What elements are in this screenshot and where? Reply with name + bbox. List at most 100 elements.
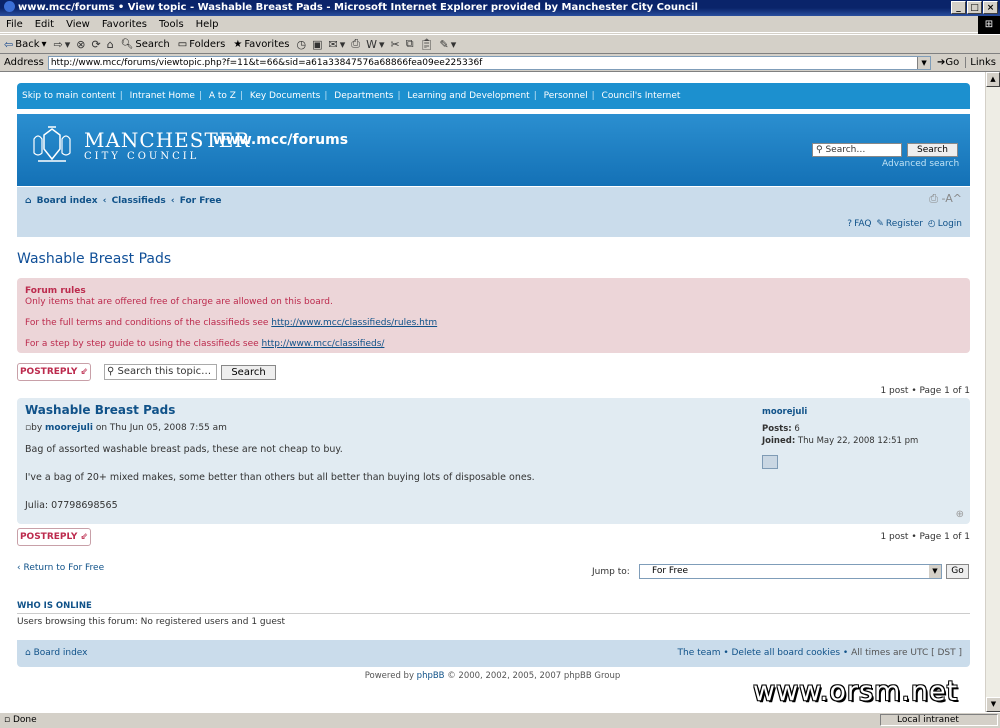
edit-icon: W <box>366 37 377 51</box>
home-button[interactable]: ⌂ <box>104 38 117 51</box>
scroll-up-icon[interactable]: ▲ <box>986 72 1000 87</box>
jump-to-label: Jump to: <box>592 567 630 577</box>
post: Washable Breast Pads ▫by moorejuli on Th… <box>17 398 970 524</box>
site-header: MANCHESTER CITY COUNCIL www.mcc/forums ⚲… <box>17 114 970 186</box>
rules-guide-link[interactable]: http://www.mcc/classifieds/ <box>262 339 385 349</box>
rules-terms-link[interactable]: http://www.mcc/classifieds/rules.htm <box>271 318 437 328</box>
vertical-scrollbar[interactable]: ▲ ▼ <box>985 72 1000 712</box>
favorites-button[interactable]: ★ Favorites <box>229 39 293 50</box>
who-is-online-title[interactable]: WHO IS ONLINE <box>17 601 92 611</box>
crumb-for-free[interactable]: For Free <box>180 196 222 206</box>
page-title[interactable]: Washable Breast Pads <box>17 251 171 267</box>
pagination-top: 1 post • Page 1 of 1 <box>880 386 970 396</box>
search-topic-input[interactable]: ⚲ Search this topic… <box>104 364 217 380</box>
menu-tools[interactable]: Tools <box>153 19 190 30</box>
intranet-nav: Skip to main content | Intranet Home | A t… <box>17 83 970 109</box>
site-search-button[interactable]: Search <box>907 143 958 157</box>
site-search-input[interactable]: ⚲ Search… <box>812 143 902 157</box>
search-topic-button[interactable]: Search <box>221 365 276 380</box>
post-author-link[interactable]: moorejuli <box>45 423 93 433</box>
menu-view[interactable]: View <box>60 19 96 30</box>
login-link[interactable]: Login <box>938 219 962 229</box>
phpbb-link[interactable]: phpBB <box>417 671 445 681</box>
nav-councils-internet[interactable]: Council's Internet <box>602 91 681 101</box>
profile-username[interactable]: moorejuli <box>762 406 918 418</box>
minimize-button[interactable]: _ <box>951 1 966 14</box>
mail-icon: ✉ <box>328 37 338 51</box>
folders-button[interactable]: ▭ Folders <box>174 39 230 50</box>
crumb-board-index[interactable]: Board index <box>37 196 98 206</box>
menu-help[interactable]: Help <box>190 19 225 30</box>
edit-button[interactable]: W ▾ <box>363 38 387 51</box>
site-title[interactable]: www.mcc/forums <box>213 132 348 148</box>
fullscreen-icon: ▣ <box>312 37 323 51</box>
footer-board-index[interactable]: ⌂ Board index <box>25 640 88 667</box>
crumb-classifieds[interactable]: Classifieds <box>112 196 166 206</box>
mail-button[interactable]: ✉ ▾ <box>326 38 349 51</box>
post-date: on Thu Jun 05, 2008 7:55 am <box>95 423 227 433</box>
copy-button[interactable]: ⧉ <box>403 37 417 51</box>
delete-cookies-link[interactable]: Delete all board cookies <box>732 648 841 658</box>
pagination-bottom: 1 post • Page 1 of 1 <box>880 532 970 542</box>
cut-button[interactable]: ✂ <box>387 38 402 51</box>
email-icon[interactable] <box>762 455 778 469</box>
go-button[interactable]: ➔Go <box>931 57 965 68</box>
nav-a-to-z[interactable]: A to Z <box>209 91 236 101</box>
address-url: http://www.mcc/forums/viewtopic.php?f=11… <box>50 57 483 68</box>
address-input[interactable]: http://www.mcc/forums/viewtopic.php?f=11… <box>47 55 932 70</box>
stop-button[interactable]: ⊗ <box>73 38 88 51</box>
maximize-button[interactable]: □ <box>967 1 982 14</box>
jump-to-select[interactable]: For Free ▼ <box>639 564 942 579</box>
post-reply-button-bottom[interactable]: POSTREPLY ⇙ <box>17 528 91 546</box>
register-link[interactable]: Register <box>886 219 923 229</box>
fullscreen-button[interactable]: ▣ <box>309 38 325 51</box>
close-button[interactable]: × <box>983 1 998 14</box>
scroll-down-icon[interactable]: ▼ <box>986 697 1000 712</box>
print-button[interactable]: ⎙ <box>348 37 363 51</box>
jump-go-button[interactable]: Go <box>946 564 969 579</box>
nav-personnel[interactable]: Personnel <box>544 91 588 101</box>
search-button[interactable]: 🔍︎ Search <box>117 39 174 50</box>
history-button[interactable]: ◷ <box>293 38 309 51</box>
links-button[interactable]: Links <box>965 57 1000 68</box>
crumb-separator: ‹ <box>170 196 175 206</box>
paste-button[interactable]: 📋︎ <box>417 38 437 51</box>
faq-icon: ? <box>847 219 853 229</box>
windows-logo-icon: ⊞ <box>978 16 1000 34</box>
nav-departments[interactable]: Departments <box>334 91 393 101</box>
advanced-search-link[interactable]: Advanced search <box>882 159 959 169</box>
footer-links: The team • Delete all board cookies • Al… <box>677 648 962 658</box>
dropdown-icon: ▾ <box>41 38 47 50</box>
login-icon: ◴ <box>927 219 936 229</box>
rules-title: Forum rules <box>25 286 86 296</box>
folders-icon: ▭ <box>177 38 188 50</box>
refresh-button[interactable]: ⟳ <box>89 38 104 51</box>
logo-line2: CITY COUNCIL <box>84 151 200 162</box>
font-size-icon[interactable]: -A^ <box>942 192 962 205</box>
team-link[interactable]: The team <box>678 648 721 658</box>
post-reply-button[interactable]: POSTREPLY ⇙ <box>17 363 91 381</box>
menu-file[interactable]: File <box>0 19 29 30</box>
post-title[interactable]: Washable Breast Pads <box>25 403 175 417</box>
nav-learning[interactable]: Learning and Development <box>407 91 529 101</box>
encoding-button[interactable]: ✎ ▾ <box>437 38 460 51</box>
print-icon[interactable]: ⎙ <box>929 192 938 205</box>
nav-key-documents[interactable]: Key Documents <box>250 91 321 101</box>
menu-edit[interactable]: Edit <box>29 19 60 30</box>
faq-link[interactable]: FAQ <box>854 219 871 229</box>
user-links: ? FAQ ✎ Register ◴ Login <box>845 219 962 229</box>
nav-intranet-home[interactable]: Intranet Home <box>130 91 195 101</box>
history-icon: ◷ <box>296 37 307 51</box>
back-to-top-icon[interactable]: ⊕ <box>956 509 964 520</box>
menu-favorites[interactable]: Favorites <box>96 19 153 30</box>
paste-icon: 📋︎ <box>419 37 434 51</box>
forward-button[interactable]: ⇨ ▾ <box>51 38 74 51</box>
council-crest-icon[interactable] <box>30 125 74 165</box>
forum-navbar: ⌂ Board index ‹ Classifieds ‹ For Free ⎙… <box>17 187 970 237</box>
return-link[interactable]: ‹ Return to For Free <box>17 563 104 573</box>
home-icon: ⌂ <box>106 37 114 51</box>
status-bar: ▫ Done Local intranet <box>0 712 1000 727</box>
address-dropdown-icon[interactable]: ▼ <box>917 56 931 69</box>
back-button[interactable]: ⇦ Back ▾ <box>0 38 51 51</box>
nav-skip-to-main[interactable]: Skip to main content <box>22 91 116 101</box>
